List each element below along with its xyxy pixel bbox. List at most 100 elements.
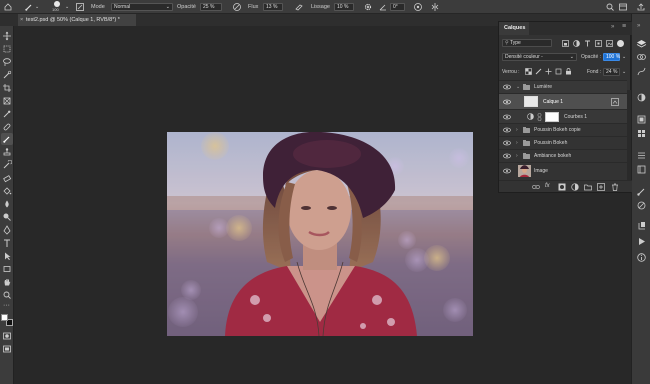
brush-tool-icon[interactable]: [24, 2, 34, 12]
path-selection-tool-icon[interactable]: [2, 251, 12, 261]
brush-settings-icon[interactable]: [75, 2, 85, 12]
layer-style-icon[interactable]: fx: [545, 183, 550, 189]
layer-row-image[interactable]: Image: [499, 162, 627, 178]
pressure-opacity-icon[interactable]: [232, 2, 242, 12]
mode-select[interactable]: Normal ⌄: [111, 3, 173, 11]
brush-settings-panel-icon[interactable]: [636, 200, 647, 211]
lock-transparency-icon[interactable]: [525, 68, 532, 75]
brush-picker-chevron-icon[interactable]: ⌄: [65, 0, 69, 14]
pen-tool-icon[interactable]: [2, 225, 12, 235]
quick-mask-icon[interactable]: [2, 331, 12, 341]
layers-panel-icon[interactable]: [636, 38, 647, 49]
more-tools-icon[interactable]: ···: [3, 302, 10, 309]
pressure-size-icon[interactable]: [413, 2, 423, 12]
layer-row-courbes-1[interactable]: Courbes 1: [499, 109, 627, 123]
blend-mode-select[interactable]: Densité couleur - ⌄: [502, 53, 577, 61]
dodge-tool-icon[interactable]: [2, 212, 12, 222]
layers-tab[interactable]: Calques: [499, 22, 529, 35]
actions-panel-icon[interactable]: [636, 236, 647, 247]
brush-tool-icon[interactable]: [2, 134, 12, 144]
healing-brush-tool-icon[interactable]: [2, 122, 12, 132]
layer-mask-thumbnail[interactable]: [545, 112, 559, 122]
layer-row-poussin-bokeh-copie[interactable]: › Poussin Bokeh copie: [499, 123, 627, 136]
lock-artboard-icon[interactable]: [555, 68, 562, 75]
search-icon[interactable]: [605, 2, 615, 12]
filter-shape-icon[interactable]: [595, 40, 602, 47]
new-adjustment-layer-icon[interactable]: [571, 183, 579, 191]
panel-collapse-icon[interactable]: »: [611, 24, 614, 30]
fill-chevron-icon[interactable]: ⌄: [622, 68, 626, 76]
clone-stamp-tool-icon[interactable]: [2, 147, 12, 157]
eyedropper-tool-icon[interactable]: [2, 109, 12, 119]
angle-field[interactable]: 0°: [390, 3, 405, 11]
trash-icon[interactable]: [611, 183, 619, 191]
layer-row-ambiance-bokeh[interactable]: › Ambiance bokeh: [499, 149, 627, 162]
layer-row-lumiere[interactable]: ⌄ Lumière: [499, 80, 627, 93]
document-canvas-image[interactable]: [167, 132, 473, 336]
brushes-panel-icon[interactable]: [636, 186, 647, 197]
eye-icon[interactable]: [503, 84, 511, 90]
crop-tool-icon[interactable]: [2, 83, 12, 93]
libraries-panel-icon[interactable]: [636, 164, 647, 175]
filter-toggle-icon[interactable]: [617, 40, 624, 47]
eye-icon[interactable]: [503, 153, 511, 159]
zoom-tool-icon[interactable]: [2, 290, 12, 300]
airbrush-icon[interactable]: [294, 2, 304, 12]
channels-panel-icon[interactable]: [636, 52, 647, 63]
filter-smart-object-icon[interactable]: [606, 40, 613, 47]
filter-adjustment-icon[interactable]: [573, 40, 580, 47]
paint-bucket-tool-icon[interactable]: [2, 186, 12, 196]
tool-preset-chevron-icon[interactable]: ⌄: [35, 0, 39, 14]
layer-row-poussin-bokeh[interactable]: › Poussin Bokeh: [499, 136, 627, 149]
home-icon[interactable]: [3, 2, 13, 12]
foreground-color-swatch[interactable]: [1, 314, 8, 321]
eraser-tool-icon[interactable]: [2, 173, 12, 183]
lock-position-icon[interactable]: [545, 68, 552, 75]
properties-panel-icon[interactable]: [636, 150, 647, 161]
collapse-panels-icon[interactable]: »: [637, 23, 640, 29]
link-icon[interactable]: [537, 113, 542, 121]
eye-icon[interactable]: [503, 114, 511, 120]
symmetry-icon[interactable]: [430, 2, 440, 12]
filter-pixel-icon[interactable]: [562, 40, 569, 47]
opacity-chevron-icon[interactable]: ⌄: [622, 53, 626, 61]
move-tool-icon[interactable]: [2, 31, 12, 41]
adjustments-panel-icon[interactable]: [636, 92, 647, 103]
workspace-icon[interactable]: [618, 2, 628, 12]
paths-panel-icon[interactable]: [636, 66, 647, 77]
share-icon[interactable]: [636, 2, 646, 12]
lock-pixels-icon[interactable]: [535, 68, 542, 75]
gear-icon[interactable]: [363, 2, 373, 12]
layers-scrollbar[interactable]: [627, 90, 631, 180]
close-tab-icon[interactable]: ×: [20, 14, 23, 26]
quick-selection-tool-icon[interactable]: [2, 70, 12, 80]
layer-filter-select[interactable]: ⚲ Type: [502, 39, 552, 47]
smoothing-field[interactable]: 10 %: [334, 3, 354, 11]
link-layers-icon[interactable]: [532, 183, 540, 191]
filter-type-icon[interactable]: [584, 40, 591, 47]
history-panel-icon[interactable]: [636, 220, 647, 231]
add-mask-icon[interactable]: [558, 183, 566, 191]
lock-all-icon[interactable]: [565, 68, 572, 75]
color-panel-icon[interactable]: [636, 114, 647, 125]
history-brush-tool-icon[interactable]: [2, 160, 12, 170]
eye-icon[interactable]: [503, 99, 511, 105]
layer-row-calque-1[interactable]: Calque 1: [499, 93, 627, 109]
hand-tool-icon[interactable]: [2, 277, 12, 287]
fill-field[interactable]: 24 %: [603, 68, 620, 76]
eye-icon[interactable]: [503, 140, 511, 146]
info-panel-icon[interactable]: [636, 252, 647, 263]
screen-mode-icon[interactable]: [2, 344, 12, 354]
smart-filter-icon[interactable]: [611, 98, 619, 106]
document-tab[interactable]: × test2.psd @ 50% (Calque 1, RVB/8*) *: [18, 14, 136, 26]
type-tool-icon[interactable]: [2, 238, 12, 248]
new-group-icon[interactable]: [584, 183, 592, 191]
layer-opacity-field[interactable]: 100 %: [603, 53, 620, 61]
marquee-tool-icon[interactable]: [2, 44, 12, 54]
opacity-field[interactable]: 25 %: [200, 3, 222, 11]
lasso-tool-icon[interactable]: [2, 57, 12, 67]
new-layer-icon[interactable]: [597, 183, 605, 191]
panel-menu-icon[interactable]: ≡: [622, 23, 626, 30]
eye-icon[interactable]: [503, 168, 511, 174]
blur-tool-icon[interactable]: [2, 199, 12, 209]
